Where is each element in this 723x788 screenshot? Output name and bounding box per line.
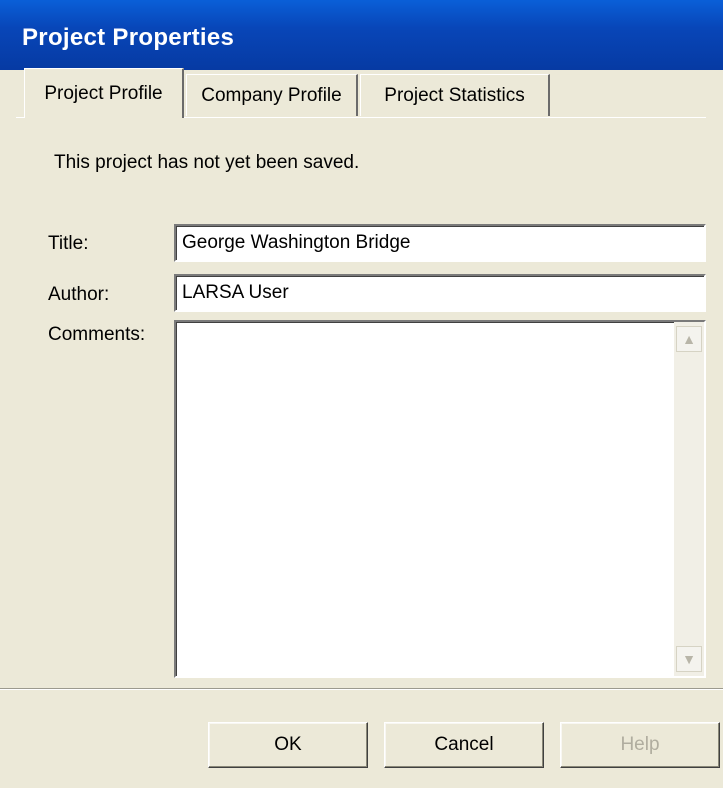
help-button-label: Help	[620, 734, 660, 755]
tab-label: Project Profile	[44, 82, 163, 104]
cancel-button[interactable]: Cancel	[384, 722, 544, 768]
button-separator	[0, 688, 723, 690]
author-field[interactable]	[174, 274, 706, 312]
author-label: Author:	[48, 284, 110, 305]
comments-scrollbar[interactable]: ▲ ▼	[674, 322, 704, 676]
tab-company-profile[interactable]: Company Profile	[186, 74, 358, 116]
tab-project-statistics[interactable]: Project Statistics	[360, 74, 550, 116]
ok-button-label: OK	[274, 734, 302, 755]
ok-button[interactable]: OK	[208, 722, 368, 768]
cancel-button-label: Cancel	[434, 734, 494, 755]
chevron-up-icon[interactable]: ▲	[676, 326, 702, 352]
tab-project-profile[interactable]: Project Profile	[24, 68, 184, 118]
window-title: Project Properties	[22, 24, 235, 51]
comments-label: Comments:	[48, 324, 146, 345]
title-bar[interactable]: Project Properties	[0, 0, 723, 70]
tab-label: Company Profile	[201, 84, 342, 106]
comments-field[interactable]: ▲ ▼	[174, 320, 706, 678]
title-label: Title:	[48, 233, 89, 254]
project-properties-dialog: Project Properties Project Profile Compa…	[0, 0, 723, 788]
help-button[interactable]: Help	[560, 722, 720, 768]
title-field[interactable]	[174, 224, 706, 262]
save-status-message: This project has not yet been saved.	[54, 152, 360, 173]
chevron-down-icon[interactable]: ▼	[676, 646, 702, 672]
tab-label: Project Statistics	[384, 84, 525, 106]
